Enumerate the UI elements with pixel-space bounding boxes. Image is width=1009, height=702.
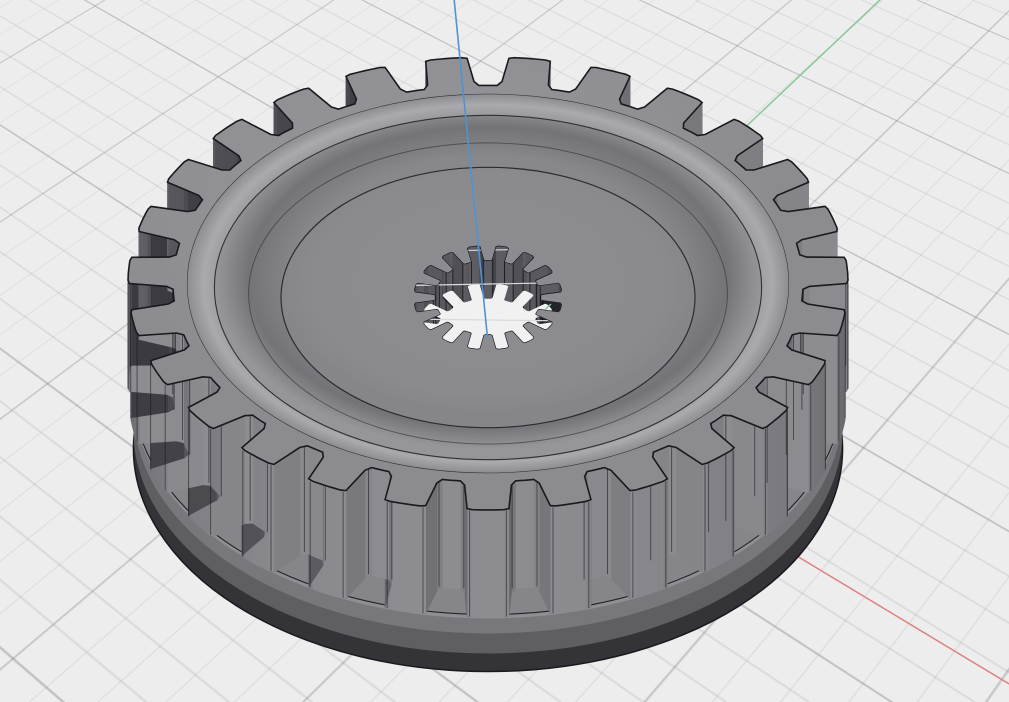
viewport-canvas[interactable] bbox=[0, 0, 1009, 702]
x-axis-line bbox=[767, 538, 1009, 685]
y-axis-line bbox=[735, 0, 882, 137]
gear-model[interactable] bbox=[128, 58, 848, 672]
cad-viewport[interactable] bbox=[0, 0, 1009, 702]
